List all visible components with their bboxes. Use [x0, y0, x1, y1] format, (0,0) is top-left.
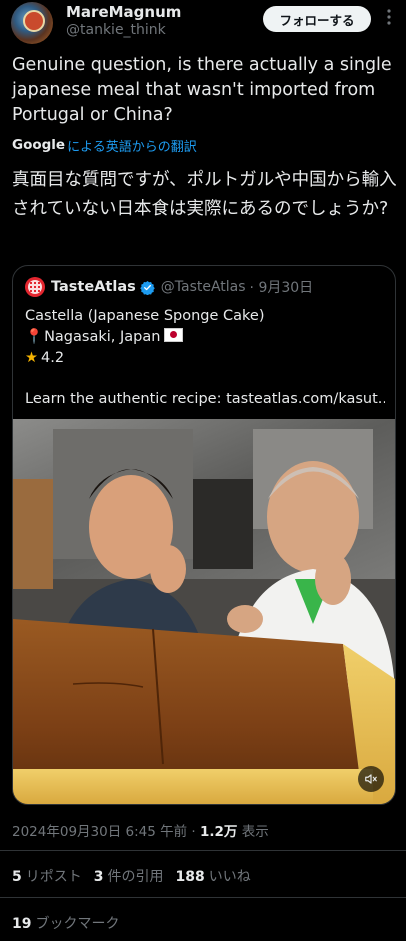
quoted-author-handle: @TasteAtlas	[160, 279, 246, 295]
quoted-tweet-body: Castella (Japanese Sponge Cake) 📍Nagasak…	[25, 306, 385, 410]
tweet-timestamp: 2024年09月30日 6:45 午前 · 1.2万 表示	[12, 820, 269, 840]
japan-flag-icon	[164, 328, 184, 342]
translation-attribution[interactable]: Google による英語からの翻訳	[12, 136, 197, 155]
timestamp-text[interactable]: 2024年09月30日 6:45 午前 ·	[12, 824, 200, 840]
quoted-tweet[interactable]: TasteAtlas @TasteAtlas · 9月30日 Castella …	[12, 265, 396, 805]
divider	[0, 897, 406, 898]
mute-button[interactable]	[358, 766, 384, 792]
tweet-header: MareMagnum @tankie_think フォローする	[0, 0, 406, 48]
engagement-stats: 5 リポスト 3 件の引用 188 いいね	[12, 866, 251, 886]
bookmarks-stat[interactable]: 19 ブックマーク	[12, 913, 119, 933]
divider	[0, 850, 406, 851]
star-icon: ★	[25, 350, 38, 366]
bookmarks-label: ブックマーク	[35, 916, 120, 932]
quoted-line-link[interactable]: Learn the authentic recipe: tasteatlas.c…	[25, 389, 385, 410]
translation-link[interactable]: による英語からの翻訳	[67, 136, 197, 155]
location-text: Nagasaki, Japan	[44, 329, 161, 345]
tweet-text-translated: 真面目な質問ですが、ポルトガルや中国から輸入されていない日本食は実際にあるのでし…	[12, 170, 397, 219]
more-dots-icon[interactable]	[382, 9, 396, 29]
pin-icon: 📍	[25, 329, 44, 345]
reposts-stat[interactable]: 5 リポスト	[12, 866, 82, 886]
speaker-muted-icon	[365, 774, 377, 784]
google-logo: Google	[12, 137, 66, 153]
verified-badge-icon	[140, 280, 155, 295]
quoted-date: · 9月30日	[249, 280, 314, 296]
quoted-author-name: TasteAtlas	[51, 279, 136, 295]
tweet-text-original: Genuine question, is there actually a si…	[12, 55, 392, 125]
rating-value: 4.2	[41, 350, 65, 366]
bookmarks-count: 19	[12, 916, 32, 932]
quoted-line-location: 📍Nagasaki, Japan	[25, 327, 385, 348]
quoted-line-rating: ★ 4.2	[25, 348, 385, 369]
views-label: 表示	[237, 824, 269, 840]
tasteatlas-avatar	[25, 277, 45, 297]
quoted-tweet-header: TasteAtlas @TasteAtlas · 9月30日	[25, 277, 313, 297]
author-avatar[interactable]	[11, 2, 53, 44]
follow-button[interactable]: フォローする	[263, 6, 371, 32]
likes-stat[interactable]: 188 いいね	[176, 866, 251, 886]
quoted-line-title: Castella (Japanese Sponge Cake)	[25, 308, 265, 324]
quotes-stat[interactable]: 3 件の引用	[94, 866, 164, 886]
video-frame-illustration	[13, 419, 395, 804]
views-count: 1.2万	[200, 824, 238, 840]
author-display-name[interactable]: MareMagnum	[66, 3, 181, 21]
quoted-video[interactable]	[13, 419, 395, 804]
author-handle[interactable]: @tankie_think	[66, 22, 166, 38]
